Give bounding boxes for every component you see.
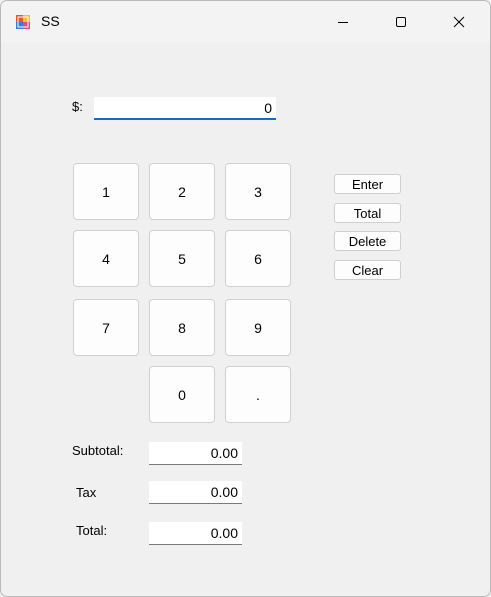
- close-button[interactable]: [430, 1, 488, 43]
- key-3[interactable]: 3: [225, 163, 291, 220]
- window-title: SS: [41, 13, 60, 29]
- app-icon: [15, 14, 31, 30]
- minimize-icon: [338, 22, 348, 23]
- tax-field[interactable]: 0.00: [149, 481, 242, 504]
- clear-button[interactable]: Clear: [334, 260, 401, 280]
- key-4[interactable]: 4: [73, 230, 139, 287]
- amount-input[interactable]: [94, 97, 276, 120]
- key-decimal[interactable]: .: [225, 366, 291, 423]
- delete-button[interactable]: Delete: [334, 231, 401, 251]
- tax-label: Tax: [76, 485, 97, 500]
- total-button[interactable]: Total: [334, 203, 401, 223]
- title-bar[interactable]: SS: [1, 1, 490, 43]
- key-7[interactable]: 7: [73, 299, 139, 356]
- key-1[interactable]: 1: [73, 163, 139, 220]
- key-9[interactable]: 9: [225, 299, 291, 356]
- key-0[interactable]: 0: [149, 366, 215, 423]
- key-5[interactable]: 5: [149, 230, 215, 287]
- maximize-icon: [396, 17, 406, 27]
- amount-label: $:: [72, 99, 83, 114]
- total-field[interactable]: 0.00: [149, 522, 242, 545]
- app-window: SS $: 1 2 3 4 5 6 7 8 9 0 . Enter Total …: [0, 0, 491, 597]
- key-6[interactable]: 6: [225, 230, 291, 287]
- total-label: Total:: [76, 523, 108, 538]
- subtotal-label: Subtotal:: [72, 443, 124, 458]
- maximize-button[interactable]: [372, 1, 430, 43]
- subtotal-field[interactable]: 0.00: [149, 442, 242, 465]
- close-icon: [453, 16, 465, 28]
- minimize-button[interactable]: [314, 1, 372, 43]
- enter-button[interactable]: Enter: [334, 174, 401, 194]
- key-8[interactable]: 8: [149, 299, 215, 356]
- key-2[interactable]: 2: [149, 163, 215, 220]
